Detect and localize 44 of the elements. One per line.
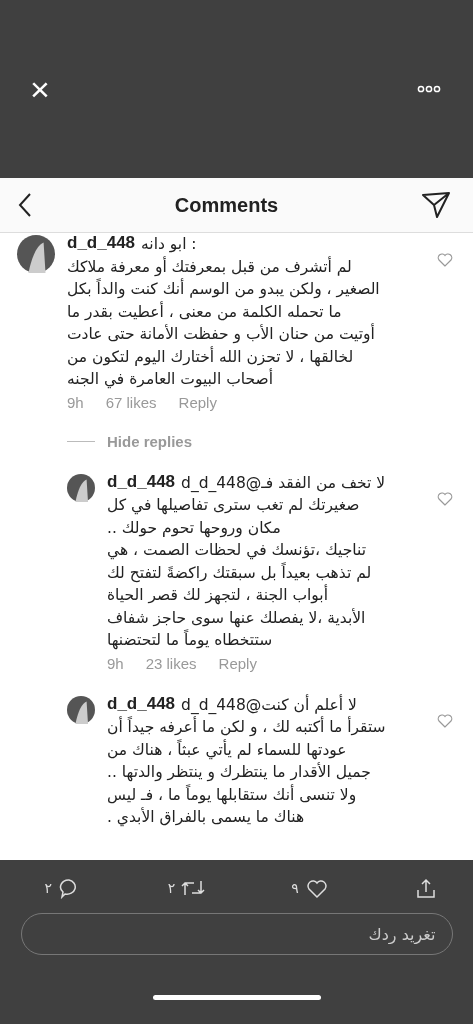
comment-time: 9h: [107, 654, 124, 672]
comment-text: الأبدية ،لا يفصلك عنها سوى حاجز شفاف: [107, 607, 366, 629]
action-count: ٢: [44, 880, 53, 896]
reply-field[interactable]: تغريد ردك: [20, 913, 453, 955]
comment-text: صغيرتك لم تغب سترى تفاصيلها في كل: [107, 495, 360, 517]
avatar: [67, 473, 95, 502]
comment-text: مكان وروحها تحوم حولك ..: [107, 517, 281, 539]
comment-text: ما تحمله الكلمة من معنى ، أعطيت بقدر ما: [67, 300, 342, 323]
action-count: ٢: [167, 880, 176, 896]
screen-title: Comments: [174, 193, 279, 217]
comment-text: هناك ما يسمى بالفراق الأبدي .: [107, 806, 305, 829]
comment-text: لم تذهب بعيداً بل سبقتك راكضةً لتفتح لك: [107, 561, 372, 584]
reply-link[interactable]: Reply: [178, 393, 217, 411]
comment-text: أصحاب البيوت العامرة في الجنه: [67, 368, 274, 391]
comment-text: لخالقها ، لا تحزن الله أختارك اليوم لتكون من: [67, 345, 354, 368]
action-count: ٩: [291, 880, 299, 896]
comment-text: ولا تنسى أنك ستقابلها يوماً ما ، فـ ليس: [107, 783, 357, 806]
hide-replies-link[interactable]: Hide replies: [107, 432, 193, 450]
likes-count[interactable]: 23 likes: [145, 654, 197, 672]
comment-text: لم أتشرف من قبل بمعرفتك أو معرفة ملاكك: [67, 255, 352, 278]
likes-count[interactable]: 67 likes: [105, 393, 157, 411]
comment-text: تناجيك ،تؤنسك في لحظات الصمت ، هي: [107, 540, 366, 562]
comment-text: أبواب الجنة ، لتجهز لك قصر الحياة: [107, 584, 328, 607]
comment-text: ستتخطاه يوماً ما لتحتضنها: [107, 629, 273, 652]
reply-link[interactable]: Reply: [218, 654, 257, 672]
username[interactable]: d_d_448: [107, 471, 176, 492]
back-icon[interactable]: [18, 192, 32, 218]
comment-time: 9h: [67, 393, 84, 411]
heart-icon[interactable]: [304, 877, 329, 899]
comment-text: الصغير ، ولكن يبدو من الوسم أنك كنت والداً بكل: [67, 278, 380, 301]
close-button[interactable]: ×: [30, 72, 50, 106]
send-icon[interactable]: [421, 191, 451, 219]
comment-text: أوتيت من حنان الأب و حفظت الأمانة حتى عادت: [67, 323, 375, 346]
comment-text: ستقرأ ما أكتبه لك ، و لكن ما أعرفه جيداً أن: [107, 716, 386, 738]
avatar: [67, 695, 95, 724]
more-icon[interactable]: [417, 85, 441, 93]
username[interactable]: d_d_448: [67, 233, 136, 253]
avatar: [17, 235, 55, 273]
username[interactable]: d_d_448: [107, 693, 176, 714]
comment-text: : ابو دانه: [141, 234, 197, 255]
comment-text: لا تخف من الفقد فـ@d_d_448: [181, 472, 386, 494]
comment-text: لا أعلم أن كنت@d_d_448: [181, 693, 357, 716]
comment-text: عودتها للسماء لم يأتي عبثاً ، هناك من: [107, 738, 347, 761]
comment-text: جميل الأقدار ما ينتظرك و ينتظر والدتها ..: [107, 761, 371, 784]
